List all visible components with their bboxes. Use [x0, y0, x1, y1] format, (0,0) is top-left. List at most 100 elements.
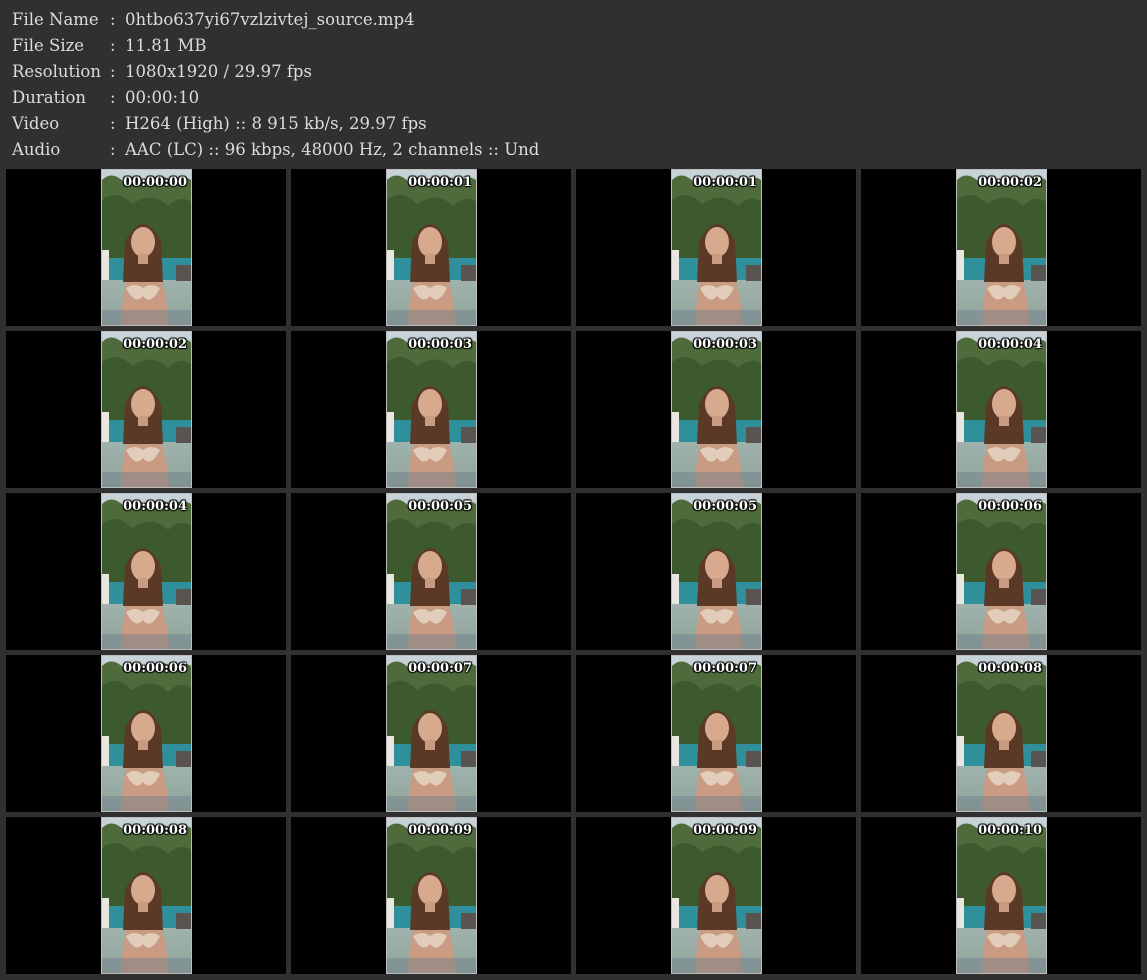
video-frame: 00:00:08: [101, 817, 192, 974]
timestamp-label: 00:00:07: [693, 661, 757, 676]
thumbnail-cell: 00:00:03: [576, 331, 856, 488]
frame-image: [102, 332, 191, 487]
video-frame: 00:00:08: [956, 655, 1047, 812]
info-separator: :: [110, 36, 116, 55]
thumbnail-cell: 00:00:01: [291, 169, 571, 326]
timestamp-label: 00:00:02: [978, 175, 1042, 190]
frame-image: [387, 170, 476, 325]
thumbnail-cell: 00:00:09: [576, 817, 856, 974]
thumbnail-cell: 00:00:07: [291, 655, 571, 812]
timestamp-label: 00:00:05: [693, 499, 757, 514]
info-value: 0htbo637yi67vzlzivtej_source.mp4: [125, 10, 415, 29]
frame-image: [957, 656, 1046, 811]
frame-image: [102, 818, 191, 973]
info-separator: :: [110, 10, 116, 29]
timestamp-label: 00:00:09: [408, 823, 472, 838]
thumbnail-cell: 00:00:05: [576, 493, 856, 650]
frame-image: [957, 170, 1046, 325]
video-frame: 00:00:09: [386, 817, 477, 974]
info-row-file-name: File Name : 0htbo637yi67vzlzivtej_source…: [12, 7, 1132, 33]
frame-image: [387, 818, 476, 973]
frame-image: [957, 494, 1046, 649]
file-info-panel: File Name : 0htbo637yi67vzlzivtej_source…: [12, 7, 1132, 163]
info-label: File Size: [12, 36, 85, 55]
frame-image: [957, 818, 1046, 973]
info-value: H264 (High) :: 8 915 kb/s, 29.97 fps: [125, 114, 427, 133]
video-frame: 00:00:01: [671, 169, 762, 326]
thumbnail-cell: 00:00:09: [291, 817, 571, 974]
timestamp-label: 00:00:04: [978, 337, 1042, 352]
video-frame: 00:00:04: [956, 331, 1047, 488]
frame-image: [672, 332, 761, 487]
video-frame: 00:00:10: [956, 817, 1047, 974]
info-label: Video: [12, 114, 60, 133]
timestamp-label: 00:00:08: [123, 823, 187, 838]
info-label: Audio: [12, 140, 61, 159]
timestamp-label: 00:00:01: [693, 175, 757, 190]
thumbnail-cell: 00:00:07: [576, 655, 856, 812]
info-value: 1080x1920 / 29.97 fps: [125, 62, 312, 81]
timestamp-label: 00:00:07: [408, 661, 472, 676]
timestamp-label: 00:00:06: [123, 661, 187, 676]
thumbnail-cell: 00:00:03: [291, 331, 571, 488]
timestamp-label: 00:00:09: [693, 823, 757, 838]
info-row-video: Video : H264 (High) :: 8 915 kb/s, 29.97…: [12, 111, 1132, 137]
thumbnail-cell: 00:00:06: [6, 655, 286, 812]
thumbnail-grid: 00:00:00 00:00:01 00:00:01 00:00:02 00:00:02…: [6, 169, 1141, 975]
timestamp-label: 00:00:05: [408, 499, 472, 514]
info-row-file-size: File Size : 11.81 MB: [12, 33, 1132, 59]
info-value: AAC (LC) :: 96 kbps, 48000 Hz, 2 channel…: [125, 140, 540, 159]
video-frame: 00:00:02: [956, 169, 1047, 326]
video-frame: 00:00:05: [671, 493, 762, 650]
frame-image: [387, 656, 476, 811]
timestamp-label: 00:00:04: [123, 499, 187, 514]
timestamp-label: 00:00:10: [978, 823, 1042, 838]
video-frame: 00:00:06: [101, 655, 192, 812]
video-frame: 00:00:09: [671, 817, 762, 974]
thumbnail-cell: 00:00:00: [6, 169, 286, 326]
frame-image: [387, 332, 476, 487]
timestamp-label: 00:00:02: [123, 337, 187, 352]
info-separator: :: [110, 62, 116, 81]
timestamp-label: 00:00:08: [978, 661, 1042, 676]
video-frame: 00:00:07: [386, 655, 477, 812]
video-frame: 00:00:03: [671, 331, 762, 488]
frame-image: [957, 332, 1046, 487]
thumbnail-cell: 00:00:05: [291, 493, 571, 650]
info-value: 00:00:10: [125, 88, 200, 107]
video-frame: 00:00:01: [386, 169, 477, 326]
frame-image: [102, 170, 191, 325]
info-label: Resolution: [12, 62, 101, 81]
thumbnail-cell: 00:00:01: [576, 169, 856, 326]
video-frame: 00:00:06: [956, 493, 1047, 650]
frame-image: [102, 656, 191, 811]
info-label: File Name: [12, 10, 99, 29]
info-row-duration: Duration : 00:00:10: [12, 85, 1132, 111]
info-value: 11.81 MB: [125, 36, 207, 55]
frame-image: [102, 494, 191, 649]
thumbnail-cell: 00:00:04: [6, 493, 286, 650]
thumbnail-cell: 00:00:02: [6, 331, 286, 488]
frame-image: [672, 818, 761, 973]
info-row-resolution: Resolution : 1080x1920 / 29.97 fps: [12, 59, 1132, 85]
info-label: Duration: [12, 88, 87, 107]
video-frame: 00:00:03: [386, 331, 477, 488]
timestamp-label: 00:00:03: [408, 337, 472, 352]
thumbnail-cell: 00:00:08: [6, 817, 286, 974]
thumbnail-cell: 00:00:06: [861, 493, 1141, 650]
info-separator: :: [110, 114, 116, 133]
video-frame: 00:00:02: [101, 331, 192, 488]
thumbnail-cell: 00:00:08: [861, 655, 1141, 812]
thumbnail-cell: 00:00:02: [861, 169, 1141, 326]
video-frame: 00:00:07: [671, 655, 762, 812]
timestamp-label: 00:00:00: [123, 175, 187, 190]
frame-image: [672, 170, 761, 325]
video-frame: 00:00:05: [386, 493, 477, 650]
info-row-audio: Audio : AAC (LC) :: 96 kbps, 48000 Hz, 2…: [12, 137, 1132, 163]
contact-sheet: File Name : 0htbo637yi67vzlzivtej_source…: [0, 0, 1147, 980]
frame-image: [672, 656, 761, 811]
thumbnail-cell: 00:00:04: [861, 331, 1141, 488]
frame-image: [672, 494, 761, 649]
timestamp-label: 00:00:01: [408, 175, 472, 190]
thumbnail-cell: 00:00:10: [861, 817, 1141, 974]
